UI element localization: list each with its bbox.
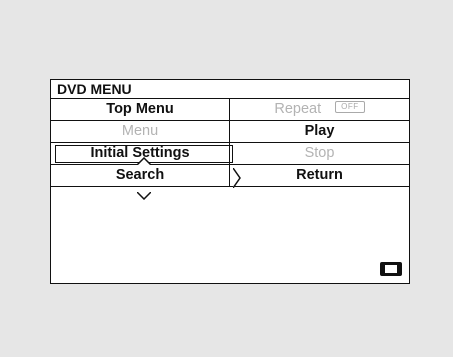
top-menu-button[interactable]: Top Menu (51, 99, 230, 120)
repeat-off-badge: OFF (335, 101, 365, 114)
return-button[interactable]: Return (230, 165, 409, 186)
play-label: Play (304, 123, 335, 139)
return-label: Return (296, 167, 343, 183)
top-menu-label: Top Menu (106, 101, 174, 117)
menu-grid: Top Menu Repeat OFF Menu Play Initial Se… (51, 99, 409, 187)
screen: DVD MENU Top Menu Repeat OFF Menu Play I… (0, 0, 453, 357)
menu-button[interactable]: Menu (51, 121, 230, 142)
search-button[interactable]: Search (51, 165, 230, 186)
menu-title: DVD MENU (51, 80, 409, 99)
menu-label: Menu (121, 123, 159, 139)
stop-label: Stop (304, 145, 335, 161)
stop-button[interactable]: Stop (230, 143, 409, 164)
display-mode-icon (380, 262, 402, 276)
repeat-label: Repeat (274, 101, 322, 117)
menu-row-search: Search Return (51, 165, 409, 187)
right-chevron-icon (233, 168, 241, 188)
menu-row-initial-settings: Initial Settings Stop (51, 143, 409, 165)
repeat-button[interactable]: Repeat OFF (230, 99, 409, 120)
down-chevron-icon (137, 192, 151, 200)
menu-row-menu: Menu Play (51, 121, 409, 143)
menu-row-top-menu: Top Menu Repeat OFF (51, 99, 409, 121)
dvd-menu-panel: DVD MENU Top Menu Repeat OFF Menu Play I… (50, 79, 410, 284)
up-chevron-icon (137, 157, 151, 165)
search-label: Search (115, 167, 165, 183)
play-button[interactable]: Play (230, 121, 409, 142)
